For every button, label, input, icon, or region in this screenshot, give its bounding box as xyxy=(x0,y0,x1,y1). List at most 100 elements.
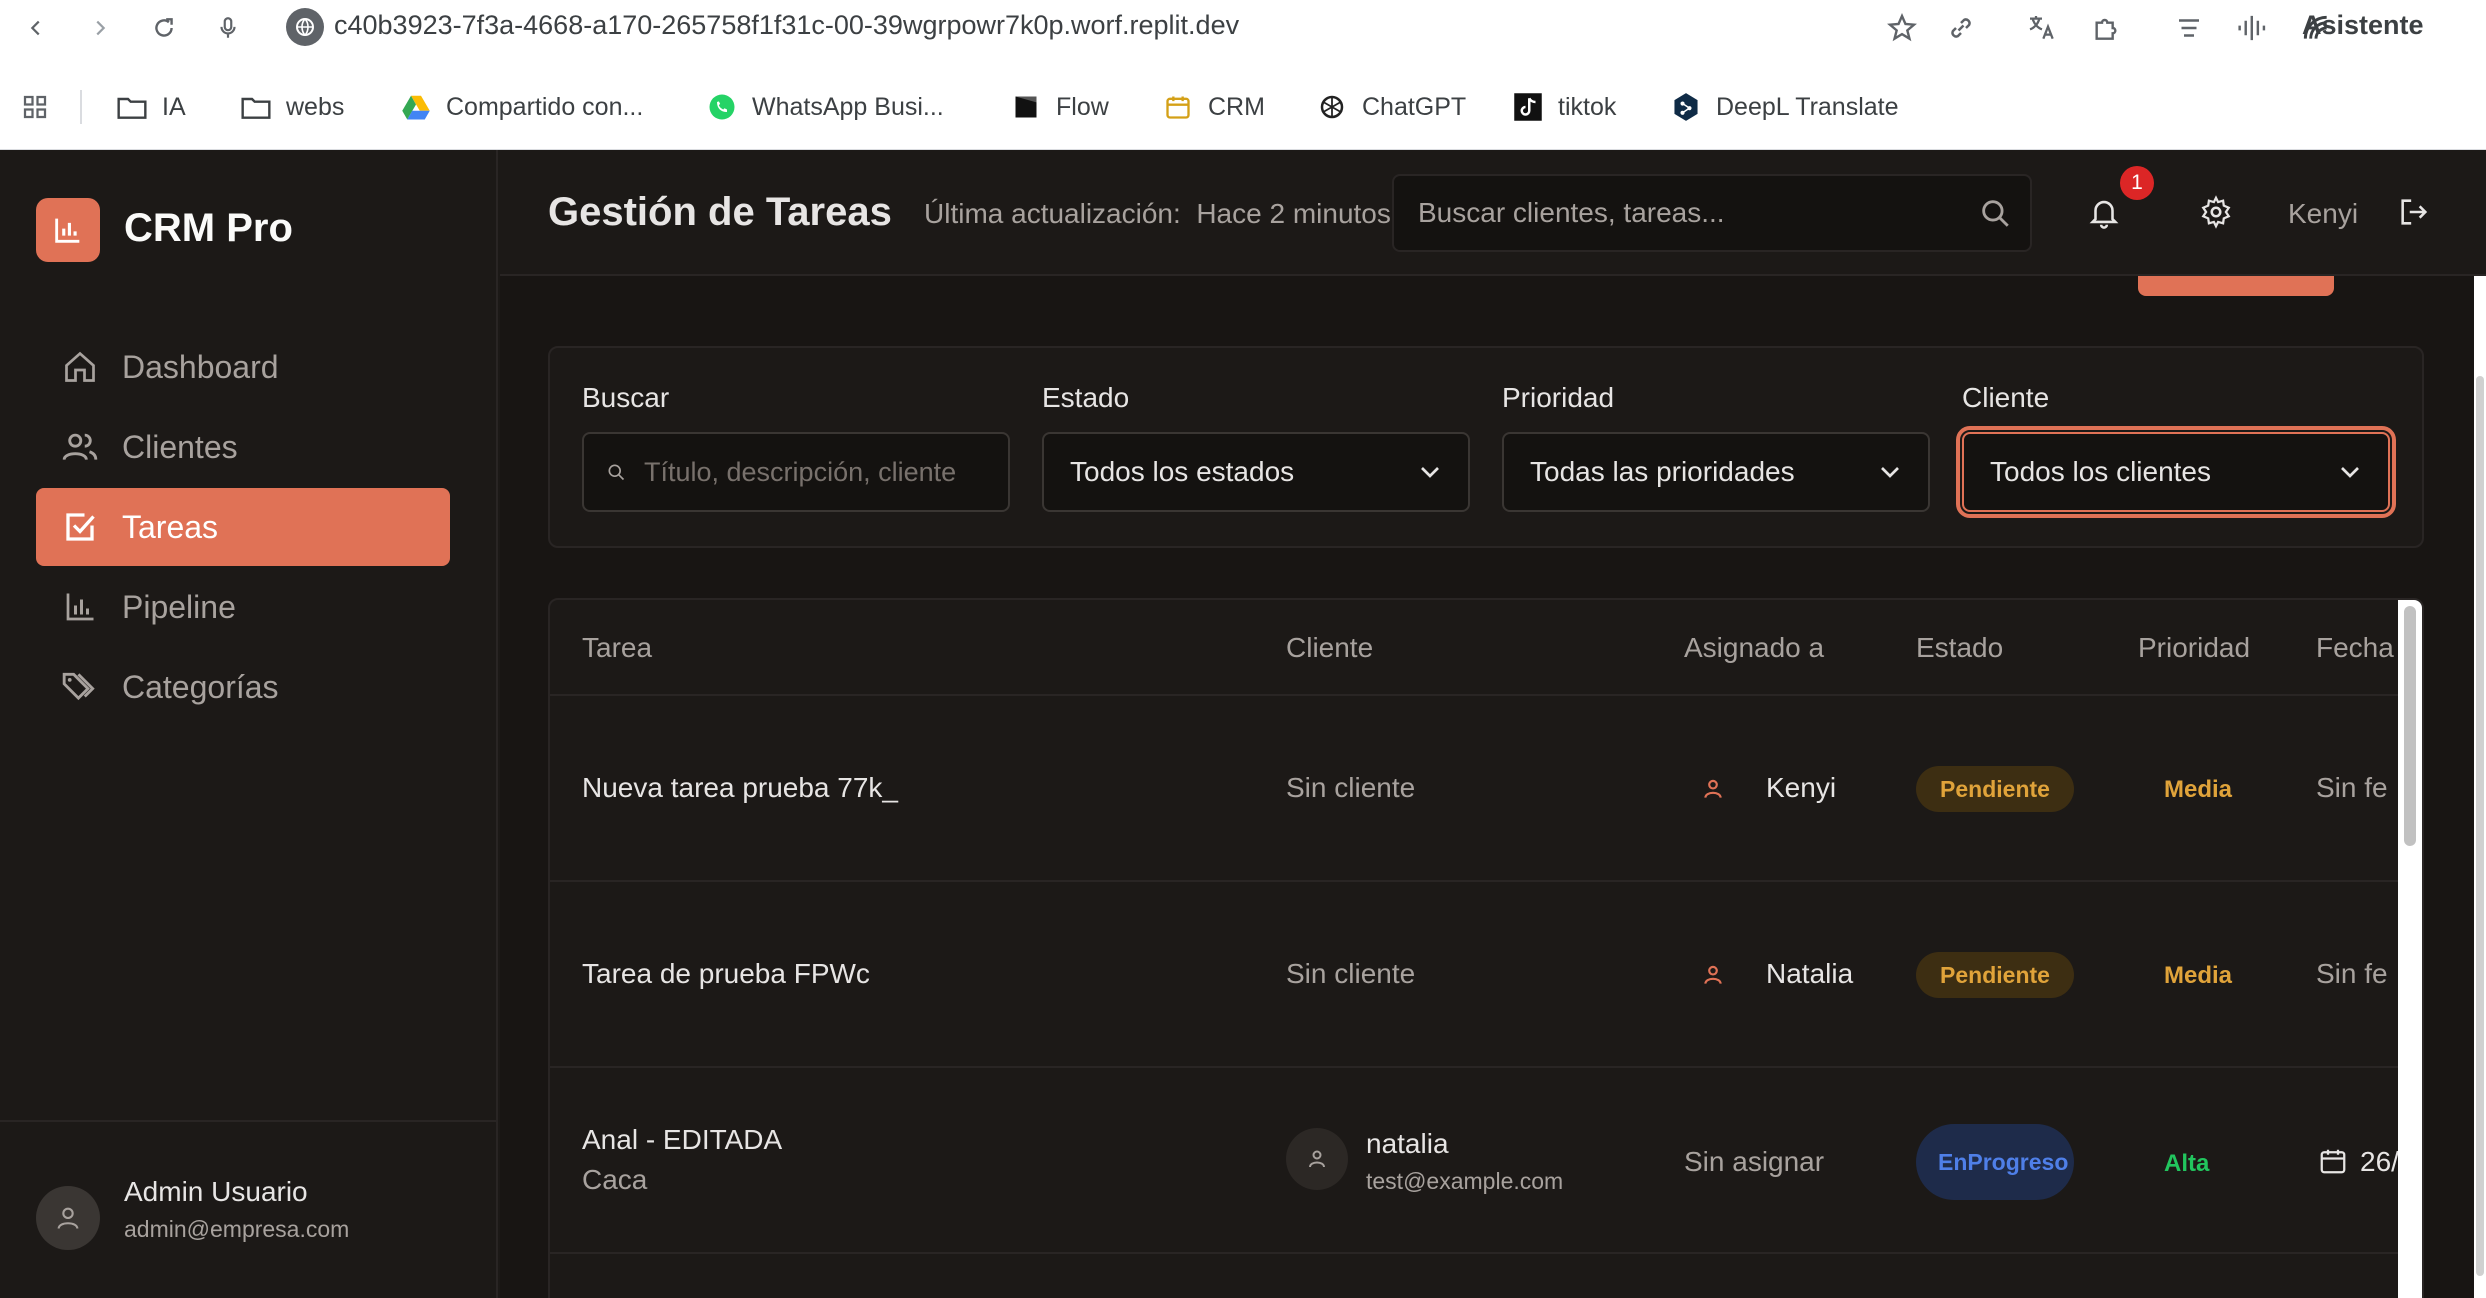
logout-icon[interactable] xyxy=(2388,186,2440,238)
forward-icon[interactable] xyxy=(80,8,120,48)
filter-client-value: Todos los clientes xyxy=(1990,456,2212,487)
filter-client-label: Cliente xyxy=(1962,382,2050,413)
task-title[interactable]: Tarea de prueba FPWc xyxy=(582,958,870,990)
microphone-icon[interactable] xyxy=(208,8,248,48)
table-scroll-thumb[interactable] xyxy=(2404,606,2416,846)
table-scrollbar[interactable] xyxy=(2398,600,2422,1298)
task-date: Sin fe xyxy=(2316,772,2388,803)
last-updated: Última actualización: Hace 2 minutos xyxy=(924,198,1391,229)
bookmark-webs[interactable]: webs xyxy=(240,82,344,132)
filter-status-select[interactable]: Todos los estados xyxy=(1042,432,1470,512)
address-bar[interactable]: c40b3923-7f3a-4668-a170-265758f1f31c-00-… xyxy=(334,10,1239,41)
task-client: Sin cliente xyxy=(1286,772,1416,803)
page-scroll-thumb[interactable] xyxy=(2476,376,2484,1276)
sidebar: CRM Pro Dashboard Clientes Tareas Pipeli… xyxy=(0,150,498,1298)
extensions-icon[interactable] xyxy=(2090,8,2122,48)
sidebar-item-clientes[interactable]: Clientes xyxy=(36,408,450,486)
chatgpt-icon xyxy=(1316,91,1348,123)
sidebar-item-categorias[interactable]: Categorías xyxy=(36,648,450,726)
table-row[interactable]: Tarea de prueba FPWc Sin cliente Natalia… xyxy=(550,882,2402,1068)
bell-icon[interactable] xyxy=(2078,186,2130,238)
reading-list-icon[interactable] xyxy=(2174,8,2204,48)
search-icon[interactable] xyxy=(1978,196,2012,230)
bar-chart-icon xyxy=(60,587,100,627)
bookmark-crm[interactable]: CRM xyxy=(1162,82,1265,132)
filter-search-input[interactable] xyxy=(644,437,1008,507)
tags-icon xyxy=(60,667,100,707)
audio-wave-icon[interactable] xyxy=(2236,8,2270,48)
bookmark-label: IA xyxy=(162,92,186,121)
bookmark-whatsapp[interactable]: WhatsApp Busi... xyxy=(706,82,944,132)
filters-panel: Buscar Estado Todos los estados Priorida… xyxy=(548,346,2424,548)
notification-badge: 1 xyxy=(2120,166,2154,200)
new-task-button[interactable] xyxy=(2138,276,2334,296)
sidebar-item-label: Clientes xyxy=(122,428,238,465)
gear-icon[interactable] xyxy=(2190,186,2242,238)
filter-priority-select[interactable]: Todas las prioridades xyxy=(1502,432,1930,512)
assistant-button[interactable]: Asistente xyxy=(2302,10,2424,41)
sidebar-user-panel[interactable]: Admin Usuario admin@empresa.com xyxy=(0,1120,496,1298)
column-header-fecha[interactable]: Fecha xyxy=(2316,632,2394,664)
translate-icon[interactable] xyxy=(2026,8,2058,48)
bookmark-tiktok[interactable]: tiktok xyxy=(1512,82,1616,132)
task-title[interactable]: Anal - EDITADA xyxy=(582,1124,782,1156)
apps-grid-icon[interactable] xyxy=(20,82,50,132)
sidebar-item-tareas[interactable]: Tareas xyxy=(36,488,450,566)
chevron-down-icon xyxy=(1421,467,1439,478)
priority-label: Alta xyxy=(2164,1150,2210,1177)
sidebar-item-pipeline[interactable]: Pipeline xyxy=(36,568,450,646)
column-header-tarea[interactable]: Tarea xyxy=(582,632,652,664)
back-icon[interactable] xyxy=(16,8,56,48)
task-date: 26/ xyxy=(2360,1146,2399,1177)
sidebar-item-dashboard[interactable]: Dashboard xyxy=(36,328,450,406)
logo-icon xyxy=(36,198,100,262)
user-icon xyxy=(1704,965,1722,984)
filter-search-field[interactable] xyxy=(582,432,1010,512)
user-avatar-icon xyxy=(36,1186,100,1250)
bookmark-deepl[interactable]: DeepL Translate xyxy=(1670,82,1899,132)
bookmark-chatgpt[interactable]: ChatGPT xyxy=(1316,82,1466,132)
bookmark-drive[interactable]: Compartido con... xyxy=(400,82,643,132)
chevron-down-icon xyxy=(2341,467,2359,478)
column-header-estado[interactable]: Estado xyxy=(1916,632,2003,664)
bookmark-label: Flow xyxy=(1056,92,1109,121)
global-search xyxy=(1392,174,2032,252)
global-search-input[interactable] xyxy=(1394,176,1974,250)
task-subtitle: Caca xyxy=(582,1164,648,1195)
checkbox-icon xyxy=(60,507,100,547)
task-client: natalia xyxy=(1366,1128,1449,1159)
header-user-name[interactable]: Kenyi xyxy=(2288,198,2358,230)
reload-icon[interactable] xyxy=(144,8,184,48)
status-badge: Pendiente xyxy=(1916,952,2074,998)
link-icon[interactable] xyxy=(1946,8,1976,48)
user-email: admin@empresa.com xyxy=(124,1216,350,1242)
whatsapp-icon xyxy=(706,91,738,123)
bookmark-flow[interactable]: Flow xyxy=(1010,82,1109,132)
status-badge-line: Progreso xyxy=(1967,1149,2069,1175)
task-title[interactable]: Nueva tarea prueba 77k_ xyxy=(582,772,898,804)
site-info-icon[interactable] xyxy=(286,8,324,46)
sidebar-item-label: Dashboard xyxy=(122,348,279,385)
column-header-prioridad[interactable]: Prioridad xyxy=(2138,632,2250,664)
task-assignee: Sin asignar xyxy=(1684,1146,1825,1177)
sidebar-item-label: Categorías xyxy=(122,668,279,705)
bookmark-label: tiktok xyxy=(1558,92,1617,121)
bookmarks-bar: IA webs Compartido con... WhatsApp Busi.… xyxy=(0,82,2486,132)
task-client: Sin cliente xyxy=(1286,958,1416,989)
bookmark-star-icon[interactable] xyxy=(1886,8,1918,48)
filter-client-select[interactable]: Todos los clientes xyxy=(1956,426,2396,518)
folder-icon xyxy=(240,91,272,123)
table-row[interactable]: Nueva tarea prueba 77k_ Sin cliente Keny… xyxy=(550,696,2402,882)
flow-icon xyxy=(1010,91,1042,123)
tasks-table: Tarea Cliente Asignado a Estado Priorida… xyxy=(548,598,2424,1298)
table-row[interactable]: Anal - EDITADA Caca natalia test@example… xyxy=(550,1068,2402,1254)
header: Gestión de Tareas Última actualización: … xyxy=(500,150,2486,276)
column-header-cliente[interactable]: Cliente xyxy=(1286,632,1373,664)
status-badge: En Progreso xyxy=(1916,1124,2074,1200)
column-header-asignado[interactable]: Asignado a xyxy=(1684,632,1824,664)
filter-priority-label: Prioridad xyxy=(1502,382,1615,413)
bookmark-label: webs xyxy=(286,92,345,121)
app-name: CRM Pro xyxy=(124,206,293,250)
bookmark-ia[interactable]: IA xyxy=(116,82,186,132)
filter-priority-value: Todas las prioridades xyxy=(1530,456,1795,487)
